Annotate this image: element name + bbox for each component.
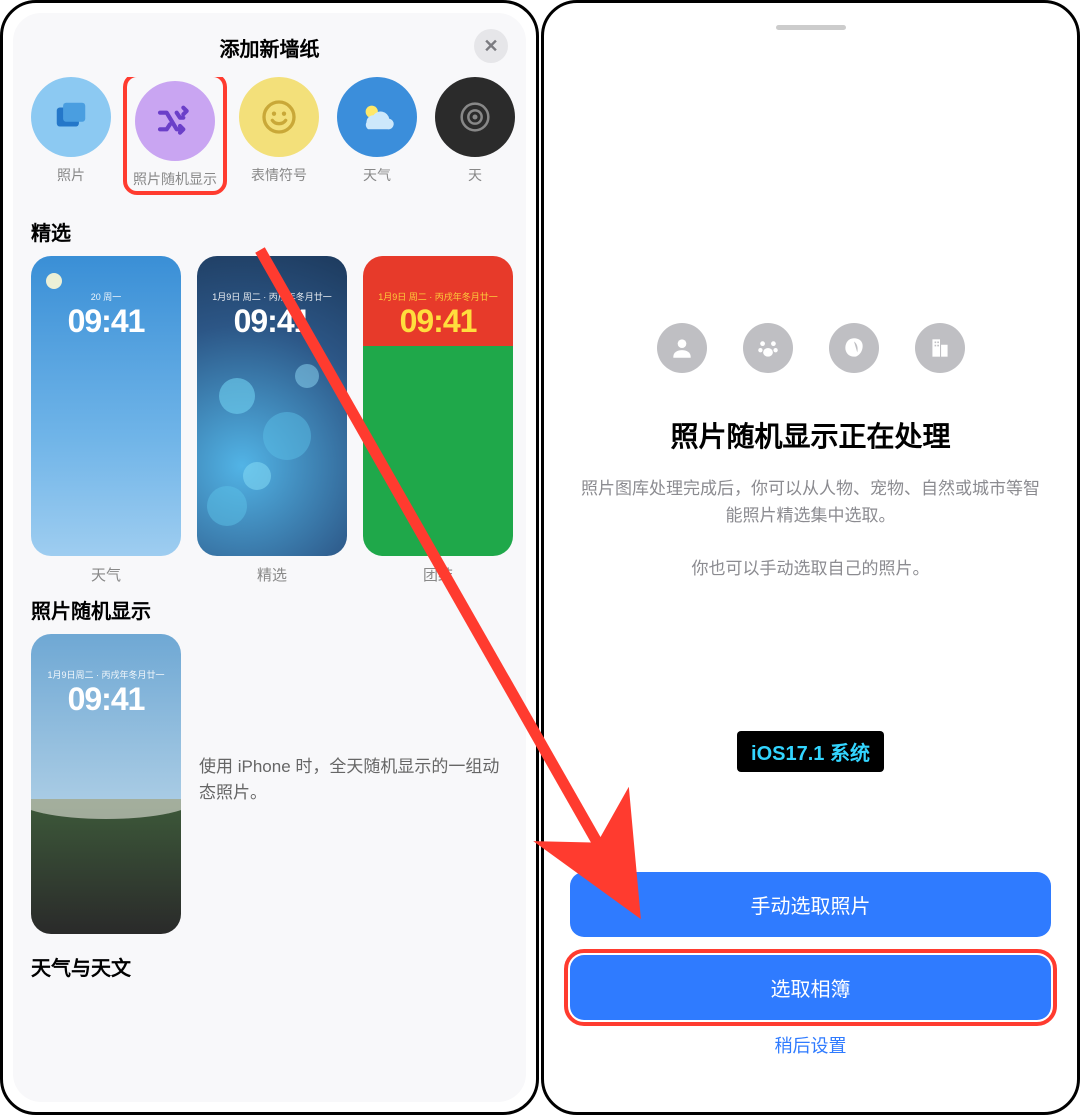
- select-album-button[interactable]: 选取相簿: [570, 955, 1051, 1020]
- weather-icon: [356, 96, 398, 138]
- filter-icons-row: [570, 323, 1051, 373]
- person-filter-icon: [657, 323, 707, 373]
- category-astronomy[interactable]: 天: [435, 77, 515, 193]
- photo-shuffle-processing-screen: 照片随机显示正在处理 照片图库处理完成后，你可以从人物、宠物、自然或城市等智能照…: [541, 0, 1080, 1115]
- close-icon: ✕: [483, 36, 498, 57]
- leaf-filter-icon: [829, 323, 879, 373]
- building-filter-icon: [915, 323, 965, 373]
- featured-weather[interactable]: 20 周一 09:41 天气: [31, 256, 181, 585]
- shuffle-icon: [155, 101, 195, 141]
- setup-later-link[interactable]: 稍后设置: [570, 1032, 1051, 1058]
- featured-heading: 精选: [13, 207, 526, 256]
- weather-heading: 天气与天文: [13, 934, 526, 991]
- paw-filter-icon: [743, 323, 793, 373]
- landscape-icon: [31, 799, 181, 849]
- category-photos[interactable]: 照片: [31, 77, 111, 193]
- processing-body-1: 照片图库处理完成后，你可以从人物、宠物、自然或城市等智能照片精选集中选取。: [570, 475, 1051, 529]
- processing-body-2: 你也可以手动选取自己的照片。: [570, 555, 1051, 582]
- emoji-icon: [259, 97, 299, 137]
- category-emoji[interactable]: 表情符号: [239, 77, 319, 193]
- photos-icon: [52, 98, 90, 136]
- featured-collection[interactable]: 1月9日 周二 · 丙戌年冬月廿一 09:41 精选: [197, 256, 347, 585]
- shuffle-heading: 照片随机显示: [13, 585, 526, 634]
- close-button[interactable]: ✕: [474, 29, 508, 63]
- astronomy-icon: [455, 97, 495, 137]
- home-indicator: [776, 25, 846, 30]
- shuffle-description: 使用 iPhone 时，全天随机显示的一组动态照片。: [199, 634, 508, 805]
- ios-version-badge: iOS17.1 系统: [737, 731, 884, 772]
- shuffle-section: 1月9日周二 · 丙戌年冬月廿一 09:41 使用 iPhone 时，全天随机显…: [13, 634, 526, 934]
- header: 添加新墙纸 ✕: [13, 27, 526, 67]
- featured-row: 20 周一 09:41 天气 1月9日 周二 · 丙戌年冬月廿一 09:41: [13, 256, 526, 585]
- featured-unity[interactable]: 1月9日 周二 · 丙戌年冬月廿一 09:41 团结: [363, 256, 513, 585]
- category-weather[interactable]: 天气: [337, 77, 417, 193]
- manual-select-photos-button[interactable]: 手动选取照片: [570, 872, 1051, 937]
- category-photo-shuffle[interactable]: 照片随机显示: [123, 77, 227, 195]
- category-row: 照片 照片随机显示 表情符号: [13, 77, 526, 207]
- page-title: 添加新墙纸: [220, 33, 320, 62]
- wallpaper-picker-screen: 添加新墙纸 ✕ 照片 照片随机显示: [0, 0, 539, 1115]
- processing-title: 照片随机显示正在处理: [570, 415, 1051, 455]
- shuffle-preview[interactable]: 1月9日周二 · 丙戌年冬月廿一 09:41: [31, 634, 181, 934]
